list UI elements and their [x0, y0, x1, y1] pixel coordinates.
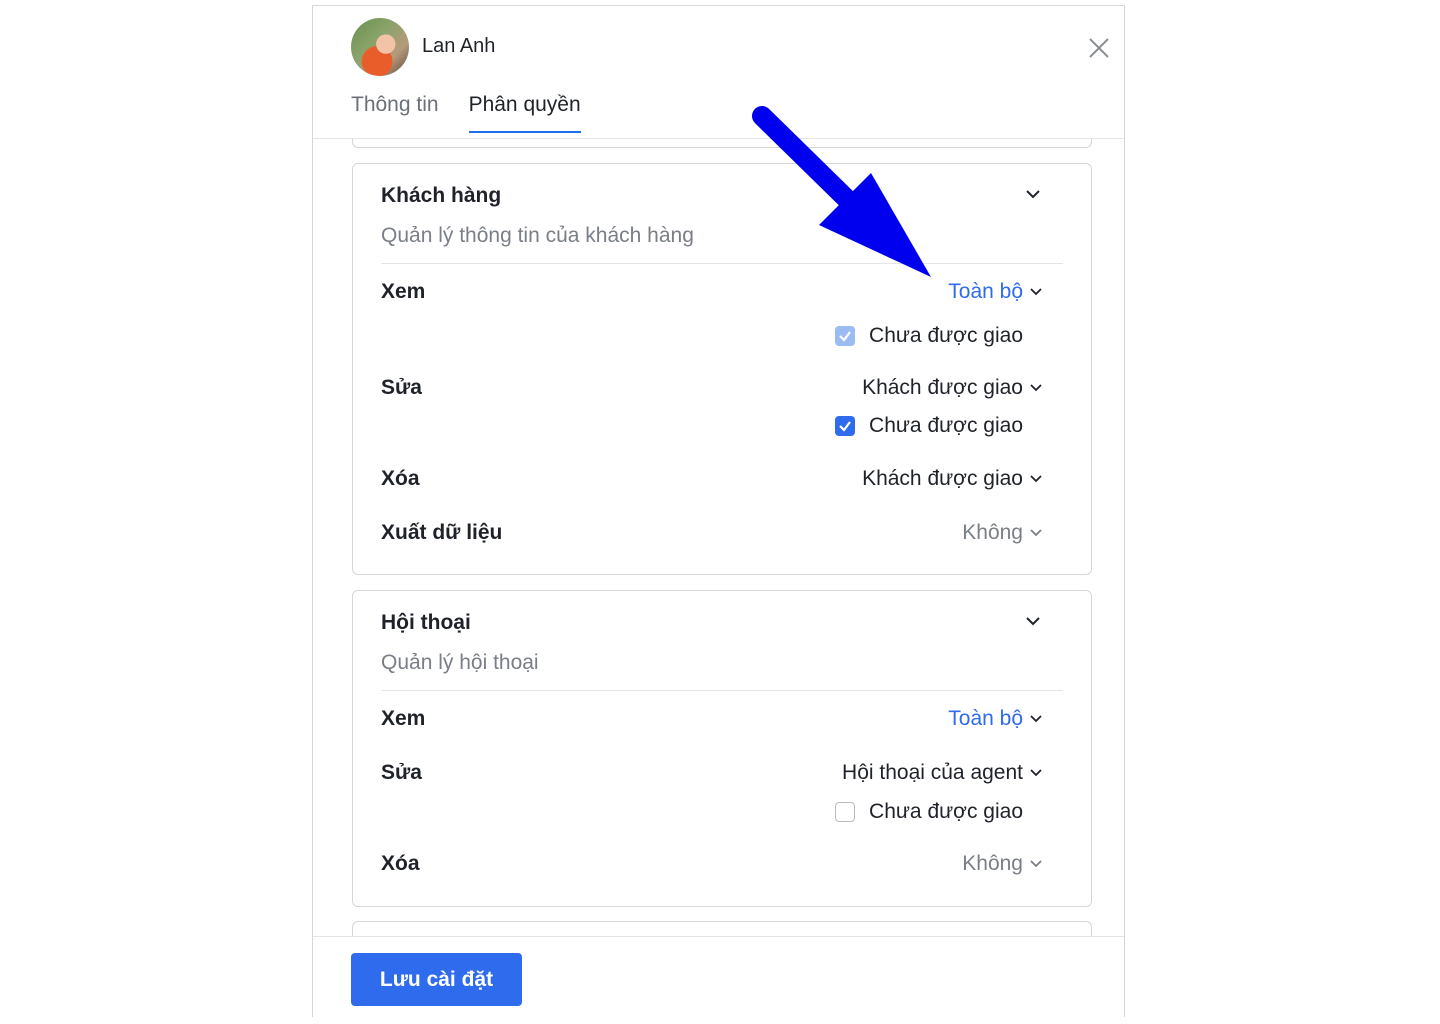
delete-scope-dropdown[interactable]: Không	[962, 852, 1043, 876]
chevron-down-icon	[1030, 475, 1042, 483]
chevron-down-icon	[1030, 288, 1042, 296]
tab-info[interactable]: Thông tin	[351, 93, 439, 133]
unassigned-checkbox-row: Chưa được giao	[835, 800, 1023, 824]
perm-label-edit: Sửa	[381, 376, 422, 399]
checkbox-label: Chưa được giao	[869, 324, 1023, 347]
user-permission-panel: Lan Anh Thông tin Phân quyền Khách hàng …	[312, 5, 1125, 1018]
edit-scope-dropdown[interactable]: Khách được giao	[862, 376, 1043, 400]
divider	[381, 690, 1063, 691]
dropdown-value: Toàn bộ	[948, 280, 1023, 303]
chevron-down-icon	[1030, 769, 1042, 777]
dropdown-value: Khách được giao	[862, 376, 1023, 399]
chevron-down-icon	[1030, 384, 1042, 392]
dropdown-value: Khách được giao	[862, 467, 1023, 490]
dropdown-value: Không	[962, 852, 1023, 875]
tab-permissions[interactable]: Phân quyền	[468, 93, 581, 133]
checkbox-icon[interactable]	[835, 802, 856, 822]
view-scope-dropdown[interactable]: Toàn bộ	[948, 280, 1043, 304]
dropdown-value: Không	[962, 521, 1023, 544]
card-customers: Khách hàng Quản lý thông tin của khách h…	[352, 163, 1092, 575]
chevron-down-icon[interactable]	[1023, 184, 1043, 204]
dropdown-value: Toàn bộ	[948, 707, 1023, 730]
card-description: Quản lý hội thoại	[381, 651, 539, 674]
checkbox-label: Chưa được giao	[869, 414, 1023, 437]
checkbox-icon[interactable]	[835, 416, 856, 436]
panel-footer: Lưu cài đặt	[313, 936, 1124, 1018]
perm-label-export: Xuất dữ liệu	[381, 521, 503, 544]
chevron-down-icon	[1030, 529, 1042, 537]
chevron-down-icon	[1030, 860, 1042, 868]
card-title: Hội thoại	[381, 611, 471, 634]
chevron-down-icon[interactable]	[1023, 611, 1043, 631]
chevron-down-icon	[1030, 715, 1042, 723]
save-settings-button[interactable]: Lưu cài đặt	[351, 953, 522, 1006]
user-name: Lan Anh	[422, 35, 496, 57]
unassigned-checkbox-row: Chưa được giao	[835, 414, 1023, 438]
checkbox-icon[interactable]	[835, 326, 856, 346]
perm-label-delete: Xóa	[381, 467, 420, 490]
tab-bar: Thông tin Phân quyền	[351, 93, 581, 133]
perm-label-edit: Sửa	[381, 761, 422, 784]
perm-label-delete: Xóa	[381, 852, 420, 875]
panel-header: Lan Anh Thông tin Phân quyền	[313, 6, 1124, 139]
edit-scope-dropdown[interactable]: Hội thoại của agent	[842, 761, 1043, 785]
unassigned-checkbox-row: Chưa được giao	[835, 324, 1023, 348]
export-scope-dropdown[interactable]: Không	[962, 521, 1043, 545]
card-description: Quản lý thông tin của khách hàng	[381, 224, 694, 247]
view-scope-dropdown[interactable]: Toàn bộ	[948, 707, 1043, 731]
divider	[381, 263, 1063, 264]
close-icon[interactable]	[1085, 34, 1113, 62]
avatar	[351, 18, 409, 76]
checkbox-label: Chưa được giao	[869, 800, 1023, 823]
card-conversations: Hội thoại Quản lý hội thoại Xem Toàn bộ …	[352, 590, 1092, 907]
perm-label-view: Xem	[381, 280, 426, 303]
delete-scope-dropdown[interactable]: Khách được giao	[862, 467, 1043, 491]
card-title: Khách hàng	[381, 184, 502, 207]
dropdown-value: Hội thoại của agent	[842, 761, 1023, 784]
perm-label-view: Xem	[381, 707, 426, 730]
